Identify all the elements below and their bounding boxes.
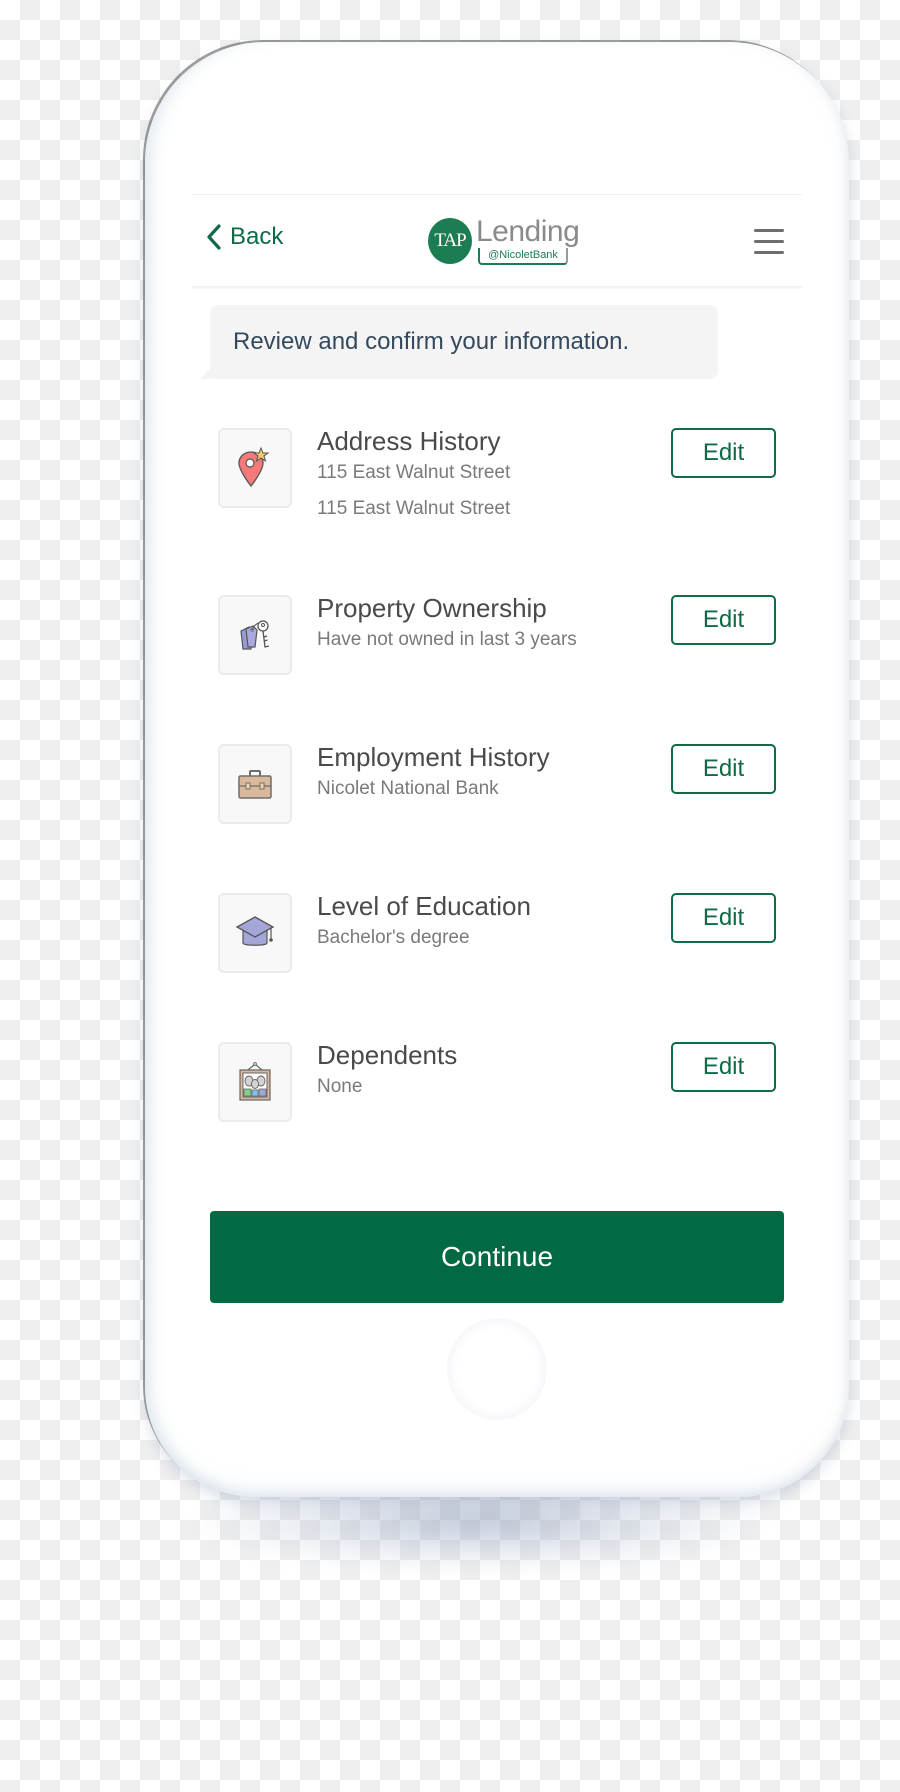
bubble-tail xyxy=(200,364,214,379)
logo-subtext: @NicoletBank xyxy=(478,248,568,265)
navbar-divider xyxy=(192,286,802,289)
list-item-property-ownership: Property Ownership Have not owned in las… xyxy=(218,593,778,685)
home-button[interactable] xyxy=(447,1318,547,1420)
item-detail: Nicolet National Bank xyxy=(317,778,499,799)
back-label: Back xyxy=(230,223,284,250)
edit-dependents-button[interactable]: Edit xyxy=(671,1042,776,1092)
item-detail: 115 East Walnut Street xyxy=(317,498,511,519)
graduation-cap-icon xyxy=(235,916,275,946)
item-icon-box xyxy=(218,428,292,508)
item-icon-box xyxy=(218,1042,292,1122)
chevron-left-icon xyxy=(207,224,221,250)
keys-tag-icon xyxy=(240,620,270,650)
list-item-dependents: Dependents None Edit xyxy=(218,1040,778,1132)
item-icon-box xyxy=(218,744,292,824)
list-item-level-of-education: Level of Education Bachelor's degree Edi… xyxy=(218,891,778,983)
item-title: Dependents xyxy=(317,1040,458,1070)
continue-button[interactable]: Continue xyxy=(210,1211,784,1303)
map-pin-star-icon xyxy=(238,446,270,488)
edit-employment-history-button[interactable]: Edit xyxy=(671,744,776,794)
review-prompt-bubble: Review and confirm your information. xyxy=(210,305,718,379)
family-portrait-icon xyxy=(239,1062,271,1101)
item-detail: Bachelor's degree xyxy=(317,927,470,948)
app-screen: Back TAP Lending @NicoletBank Review and… xyxy=(192,152,802,1312)
item-icon-box xyxy=(218,893,292,973)
tap-lending-logo: TAP Lending @NicoletBank xyxy=(428,215,580,269)
item-detail: 115 East Walnut Street xyxy=(317,462,511,483)
edit-property-ownership-button[interactable]: Edit xyxy=(671,595,776,645)
list-item-employment-history: Employment History Nicolet National Bank… xyxy=(218,742,778,834)
item-title: Employment History xyxy=(317,742,550,772)
logo-wordmark: Lending xyxy=(476,215,580,248)
edit-address-history-button[interactable]: Edit xyxy=(671,428,776,478)
top-navbar: Back TAP Lending @NicoletBank xyxy=(192,195,802,287)
item-detail: Have not owned in last 3 years xyxy=(317,629,577,650)
item-detail: None xyxy=(317,1076,363,1097)
hamburger-menu-icon[interactable] xyxy=(754,229,784,255)
item-title: Address History xyxy=(317,426,501,456)
list-item-address-history: Address History 115 East Walnut Street 1… xyxy=(218,426,778,519)
back-button[interactable]: Back xyxy=(206,223,283,251)
phone-frame: Back TAP Lending @NicoletBank Review and… xyxy=(145,42,849,1497)
item-title: Level of Education xyxy=(317,891,531,921)
item-title: Property Ownership xyxy=(317,593,547,623)
review-prompt-text: Review and confirm your information. xyxy=(233,328,630,355)
logo-badge: TAP xyxy=(428,218,472,264)
item-icon-box xyxy=(218,595,292,675)
briefcase-icon xyxy=(238,770,272,799)
edit-level-of-education-button[interactable]: Edit xyxy=(671,893,776,943)
